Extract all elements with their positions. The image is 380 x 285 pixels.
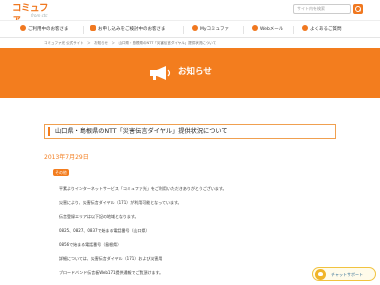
article-date: 2013年7月29日 [44,154,89,161]
article-paragraph: 平素よりインターネットサービス「コミュファ光」をご利用いただきありがとうございま… [59,186,227,191]
question-icon [302,24,308,31]
article-paragraph: 0825、0827、0837で始まる電話番号（山口県） [59,228,150,233]
nav-item-label: お申し込みをご検討中のお客さま [98,27,166,32]
search-input[interactable]: サイト内を検索 [293,4,351,14]
megaphone-icon [150,66,171,80]
site-logo[interactable]: コミュファ from ctc [12,3,52,25]
nav-item-label: Webメール [260,27,284,32]
user-icon [20,24,26,31]
search-icon[interactable] [353,4,363,14]
heart-icon [192,24,198,31]
article-paragraph: 伝言登録エリアは以下記の地域となります。 [59,214,139,219]
heart-icon [90,24,96,31]
nav-item-prospective-customers[interactable]: お申し込みをご検討中のお客さま [90,24,166,35]
nav-divider [243,26,244,34]
category-badge: その他 [53,169,69,176]
nav-item-webmail[interactable]: Webメール [252,24,284,35]
mail-icon [252,24,258,31]
nav-divider [293,26,294,34]
global-nav: ご利用中のお客さま お申し込みをご検討中のお客さま Myコミュファ Webメール… [0,20,380,38]
article-paragraph: 詳細については、災害伝言ダイヤル（171）および災害用 [59,256,163,261]
article-paragraph: 0856で始まる電話番号（島根県） [59,242,122,247]
article-paragraph: ブロードバンド伝言板Web171提供通報でご覧頂けます。 [59,270,164,275]
chat-support-label: チャットサポート [331,272,363,277]
article-heading-box: 山口県・島根県のNTT「災害伝言ダイヤル」提供状況について [44,124,336,139]
nav-item-my-commufa[interactable]: Myコミュファ [192,24,230,35]
nav-item-label: ご利用中のお客さま [28,27,69,32]
breadcrumb[interactable]: コミュファ光 公式サイト ＞ お知らせ ＞ 山口県・島根県のNTT「災害伝言ダイ… [44,40,216,46]
page-title: お知らせ [178,67,212,77]
nav-divider [183,26,184,34]
nav-item-current-customers[interactable]: ご利用中のお客さま [20,24,69,35]
logo-sub-text: from ctc [31,13,48,18]
chatbot-icon [315,269,326,280]
site-header: コミュファ from ctc サイト内を検索 [0,0,380,25]
nav-item-faq[interactable]: よくあるご質問 [302,24,342,35]
article-paragraph: 災害により、災害伝言ダイヤル（171）が利用可能となっています。 [59,200,182,205]
nav-divider [83,26,84,34]
nav-item-label: よくあるご質問 [310,27,342,32]
chat-support-button[interactable]: チャットサポート [312,267,376,281]
nav-item-label: Myコミュファ [200,27,230,32]
page-banner: お知らせ [0,48,380,98]
article-title: 山口県・島根県のNTT「災害伝言ダイヤル」提供状況について [55,128,228,135]
